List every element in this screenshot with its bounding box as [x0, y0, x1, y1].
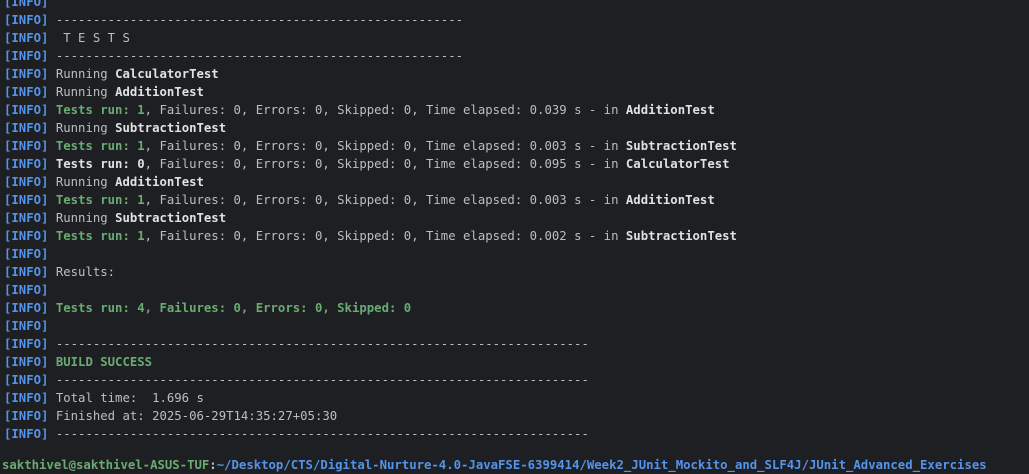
log-line: [INFO] T E S T S — [4, 29, 1029, 47]
log-text: AdditionTest — [115, 175, 204, 189]
log-line: [INFO] Running CalculatorTest — [4, 65, 1029, 83]
log-text: , Failures: 0, Errors: 0, Skipped: 0, Ti… — [144, 139, 626, 153]
log-text: ----------------------------------------… — [48, 427, 589, 441]
log-level-tag: [INFO] — [4, 85, 49, 99]
log-level-tag: [INFO] — [4, 265, 49, 279]
log-level-tag: [INFO] — [4, 409, 49, 423]
log-level-tag: [INFO] — [4, 283, 49, 297]
log-level-tag: [INFO] — [4, 175, 49, 189]
log-text: ----------------------------------------… — [48, 13, 464, 27]
log-level-tag: [INFO] — [4, 193, 49, 207]
log-level-tag: [INFO] — [4, 67, 49, 81]
log-level-tag: [INFO] — [4, 121, 49, 135]
log-text: ----------------------------------------… — [48, 49, 464, 63]
log-line: [INFO] Running AdditionTest — [4, 83, 1029, 101]
log-text: Running — [48, 85, 116, 99]
log-level-tag: [INFO] — [4, 319, 49, 333]
log-text: , Failures: 0, Errors: 0, Skipped: 0, Ti… — [144, 229, 626, 243]
log-level-tag: [INFO] — [4, 13, 49, 27]
log-level-tag: [INFO] — [4, 355, 49, 369]
log-level-tag: [INFO] — [4, 139, 49, 153]
log-text: Tests run: 4, Failures: 0, Errors: 0, Sk… — [48, 301, 412, 315]
log-line: [INFO] — [4, 245, 1029, 263]
log-line: [INFO] ---------------------------------… — [4, 425, 1029, 443]
log-line: [INFO] Finished at: 2025-06-29T14:35:27+… — [4, 407, 1029, 425]
log-level-tag: [INFO] — [4, 49, 49, 63]
log-text: Total time: 1.696 s — [48, 391, 204, 405]
log-text: SubtractionTest — [625, 139, 737, 153]
log-level-tag: [INFO] — [4, 211, 49, 225]
log-text: ----------------------------------------… — [48, 337, 589, 351]
shell-prompt[interactable]: sakthivel@sakthivel-ASUS-TUF:~/Desktop/C… — [2, 456, 1029, 474]
prompt-separator: : — [209, 458, 217, 472]
log-level-tag: [INFO] — [4, 31, 49, 45]
log-text: Tests run: 1 — [48, 193, 145, 207]
log-text: SubtractionTest — [625, 229, 737, 243]
log-line: [INFO] Tests run: 1, Failures: 0, Errors… — [4, 101, 1029, 119]
log-line: [INFO] Tests run: 1, Failures: 0, Errors… — [4, 227, 1029, 245]
log-level-tag: [INFO] — [4, 247, 49, 261]
log-level-tag: [INFO] — [4, 157, 49, 171]
log-line: [INFO] Tests run: 1, Failures: 0, Errors… — [4, 137, 1029, 155]
log-text: Tests run: 1 — [48, 139, 145, 153]
log-line: [INFO] Results: — [4, 263, 1029, 281]
log-line: [INFO] Tests run: 4, Failures: 0, Errors… — [4, 299, 1029, 317]
log-text: ----------------------------------------… — [48, 373, 589, 387]
log-line: [INFO] BUILD SUCCESS — [4, 353, 1029, 371]
log-text: CalculatorTest — [625, 157, 730, 171]
log-text: CalculatorTest — [115, 67, 219, 81]
log-line: [INFO] ---------------------------------… — [4, 11, 1029, 29]
log-text: Tests run: 0 — [48, 157, 145, 171]
log-text: Results: — [48, 265, 116, 279]
log-level-tag: [INFO] — [4, 337, 49, 351]
log-text: Running — [48, 67, 116, 81]
log-level-tag: [INFO] — [4, 301, 49, 315]
log-text: , Failures: 0, Errors: 0, Skipped: 0, Ti… — [144, 193, 626, 207]
log-line: [INFO] Tests run: 0, Failures: 0, Errors… — [4, 155, 1029, 173]
log-line: [INFO] Running SubtractionTest — [4, 209, 1029, 227]
log-text: Running — [48, 211, 116, 225]
log-line: [INFO] — [4, 281, 1029, 299]
log-line: [INFO] Running SubtractionTest — [4, 119, 1029, 137]
log-line: [INFO] — [4, 317, 1029, 335]
log-text: SubtractionTest — [115, 121, 227, 135]
log-line: [INFO] ---------------------------------… — [4, 335, 1029, 353]
log-line: [INFO] Tests run: 1, Failures: 0, Errors… — [4, 191, 1029, 209]
prompt-path: ~/Desktop/CTS/Digital-Nurture-4.0-JavaFS… — [216, 458, 987, 472]
log-text: T E S T S — [48, 31, 130, 45]
log-line: [INFO] Running AdditionTest — [4, 173, 1029, 191]
log-level-tag: [INFO] — [4, 391, 49, 405]
log-text: , Failures: 0, Errors: 0, Skipped: 0, Ti… — [144, 157, 626, 171]
log-text: Running — [48, 121, 116, 135]
log-line: [INFO] ---------------------------------… — [4, 371, 1029, 389]
log-text: SubtractionTest — [115, 211, 227, 225]
prompt-user-host: sakthivel@sakthivel-ASUS-TUF — [2, 458, 210, 472]
log-level-tag: [INFO] — [4, 427, 49, 441]
log-text: , Failures: 0, Errors: 0, Skipped: 0, Ti… — [144, 103, 626, 117]
log-line: [INFO] ---------------------------------… — [4, 47, 1029, 65]
log-text: AdditionTest — [625, 103, 715, 117]
log-text: BUILD SUCCESS — [48, 355, 153, 369]
terminal-output: [INFO] [INFO] ---------------------------… — [4, 0, 1029, 443]
log-level-tag: [INFO] — [4, 103, 49, 117]
log-level-tag: [INFO] — [4, 373, 49, 387]
log-level-tag: [INFO] — [4, 0, 49, 9]
log-text: Tests run: 1 — [48, 103, 145, 117]
log-text: AdditionTest — [625, 193, 715, 207]
log-text: Finished at: 2025-06-29T14:35:27+05:30 — [48, 409, 338, 423]
log-text: Tests run: 1 — [48, 229, 145, 243]
log-text: Running — [48, 175, 116, 189]
log-line: [INFO] — [4, 0, 1029, 11]
log-level-tag: [INFO] — [4, 229, 49, 243]
log-line: [INFO] Total time: 1.696 s — [4, 389, 1029, 407]
log-text: AdditionTest — [115, 85, 204, 99]
